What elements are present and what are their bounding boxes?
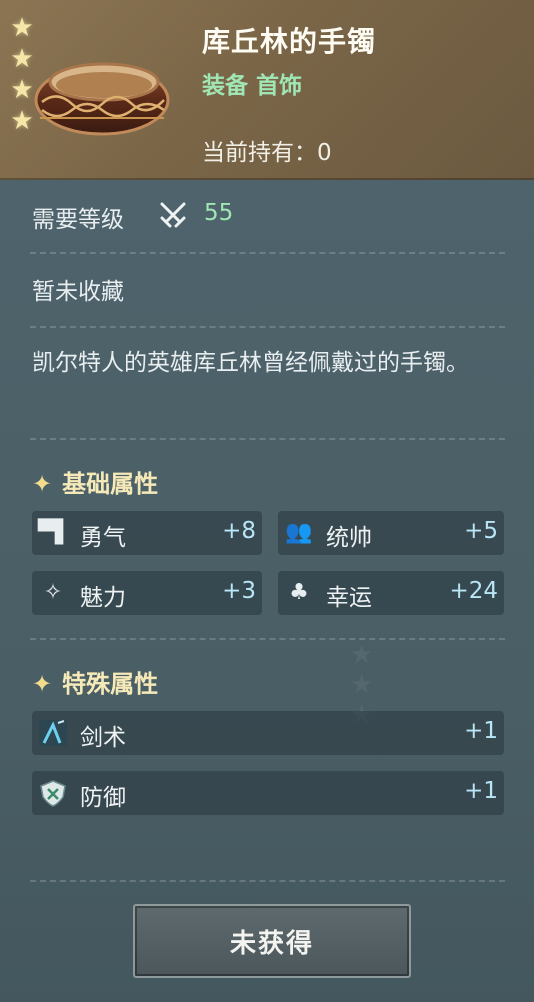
item-name: 库丘林的手镯 [202,25,377,58]
item-description: 凯尔特人的英雄库丘林曾经佩戴过的手镯。 [32,350,469,376]
divider [30,326,505,328]
stat-value: +24 [449,578,498,604]
stat-defense: 防御 +1 [32,771,504,815]
shield-sword-icon [40,780,66,807]
item-header: ★ ★ ★ ★ 库丘林的手镯 装备 首饰 当前持有：0 [0,0,534,180]
item-tooltip-panel: ★★★ ★ ★ ★ ★ 库丘林的手镯 装备 首饰 当前持有：0 [0,0,534,1002]
stat-name: 勇气 [80,525,126,551]
stat-swordsmanship: 剑术 +1 [32,711,504,755]
stat-value: +5 [464,518,498,544]
not-obtained-button[interactable]: 未获得 [133,904,411,978]
crossed-swords-icon [160,202,186,228]
divider [30,638,505,640]
stat-name: 幸运 [326,585,372,611]
held-value: 0 [317,140,332,166]
special-attributes-title-label: 特殊属性 [62,670,159,698]
held-count: 当前持有：0 [202,133,332,167]
sparkle-icon: ✦ [32,670,53,698]
bracelet-image [34,62,170,136]
stat-value: +1 [464,778,498,804]
item-type: 装备 首饰 [202,73,303,99]
basic-attributes-title-label: 基础属性 [62,470,159,498]
sparkle-icon: ✧ [43,580,63,605]
level-requirement-label: 需要等级 [32,207,124,233]
collection-status: 暂未收藏 [32,279,124,305]
star-icon: ★ [10,13,34,43]
swordsman-icon [39,720,67,746]
stat-courage: ▀▌ 勇气 +8 [32,511,262,555]
stat-name: 统帅 [326,525,372,551]
level-requirement-value: 55 [204,200,234,226]
clover-icon: ♣ [289,580,309,605]
stat-value: +3 [222,578,256,604]
stat-luck: ♣ 幸运 +24 [278,571,504,615]
stat-charm: ✧ 魅力 +3 [32,571,262,615]
stat-value: +1 [464,718,498,744]
divider [30,252,505,254]
special-attributes-title: ✦ 特殊属性 [32,664,158,699]
stat-name: 魅力 [80,585,126,611]
stat-value: +8 [222,518,256,544]
held-label: 当前持有： [202,140,317,166]
stat-name: 剑术 [80,725,126,751]
stat-name: 防御 [80,785,126,811]
basic-attributes-title: ✦ 基础属性 [32,464,158,499]
sparkle-icon: ✦ [32,470,53,498]
divider [30,438,505,440]
divider [30,880,505,882]
group-icon: 👥 [285,520,313,545]
stat-command: 👥 统帅 +5 [278,511,504,555]
bar-chart-icon: ▀▌ [38,520,72,545]
level-requirement: 需要等级 [32,200,124,234]
